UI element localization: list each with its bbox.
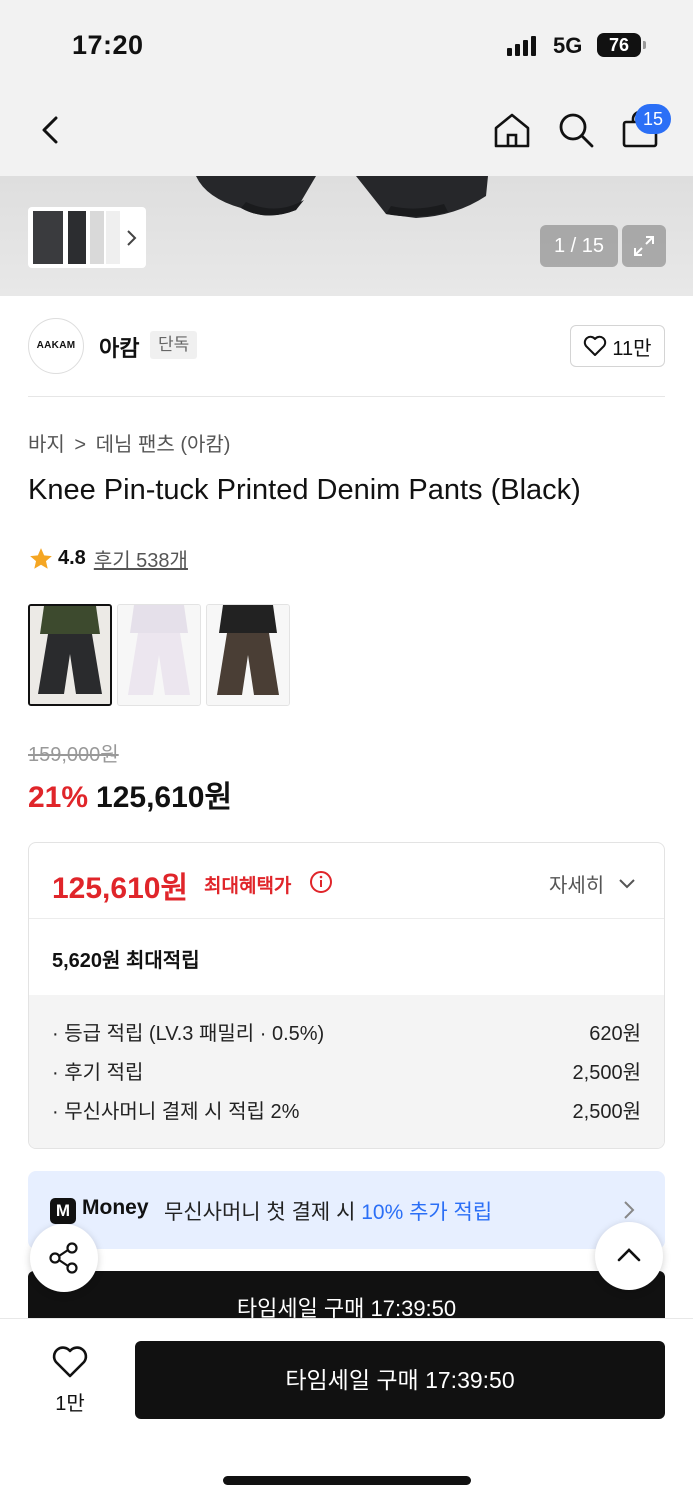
discount-rate: 21% — [28, 781, 89, 814]
home-icon[interactable] — [492, 110, 532, 150]
inline-buy-button[interactable]: 타임세일 구매 17:39:50 — [28, 1271, 665, 1321]
color-option-light-purple[interactable] — [117, 604, 201, 706]
product-photo — [196, 176, 488, 218]
expand-icon — [634, 236, 654, 256]
product-thumbnail — [207, 605, 289, 705]
points-row-value: 2,500원 — [572, 1062, 641, 1084]
expand-button[interactable] — [622, 225, 666, 267]
chevron-down-icon[interactable] — [617, 873, 637, 893]
brand-row: AAKAM 아캄 단독 11만 — [28, 316, 665, 376]
money-accent-text: 10% 추가 적립 — [361, 1201, 493, 1224]
brand-name[interactable]: 아캄 — [99, 331, 139, 363]
chevron-right-icon — [624, 1201, 635, 1219]
battery-icon: 76 — [597, 33, 641, 57]
star-icon — [30, 547, 52, 569]
wishlist-count: 1만 — [55, 1393, 85, 1415]
product-thumbnail — [30, 606, 110, 704]
product-thumbnail — [118, 605, 200, 705]
rating-score: 4.8 — [58, 547, 86, 569]
home-indicator — [223, 1476, 471, 1485]
breadcrumb-item[interactable]: 데님 팬츠 (아캄) — [96, 434, 231, 456]
money-brand: Money — [82, 1196, 149, 1219]
points-row-value: 620원 — [589, 1023, 641, 1045]
rating: 4.8 후기 538개 — [28, 544, 188, 573]
product-title: Knee Pin-tuck Printed Denim Pants (Black… — [28, 474, 581, 506]
share-button[interactable] — [30, 1224, 98, 1292]
status-time: 17:20 — [72, 30, 144, 60]
breadcrumb: 바지 > 데님 팬츠 (아캄) — [28, 428, 234, 457]
points-breakdown: · 등급 적립 (LV.3 패밀리 · 0.5%) 620원 · 후기 적립 2… — [29, 995, 664, 1148]
color-option-brown[interactable] — [206, 604, 290, 706]
status-bar: 17:20 5G 76 — [0, 0, 693, 92]
color-options — [28, 604, 290, 706]
thumbnail-4[interactable] — [106, 211, 120, 264]
bottom-action-bar: 1만 타임세일 구매 17:39:50 — [0, 1318, 693, 1500]
max-benefit-price: 125,610원 — [52, 872, 189, 905]
battery-level: 76 — [608, 35, 630, 55]
points-row: · 후기 적립 2,500원 — [29, 1056, 664, 1095]
musinsa-money-banner[interactable]: M Money 무신사머니 첫 결제 시 10% 추가 적립 — [28, 1171, 665, 1249]
image-pager: 1 / 15 — [540, 225, 618, 267]
network-type: 5G — [553, 33, 583, 58]
color-option-black[interactable] — [28, 604, 112, 706]
brand-like-count: 11만 — [612, 337, 652, 360]
product-image-gallery[interactable]: 1 / 15 — [0, 176, 693, 296]
wishlist-heart-icon[interactable] — [52, 1345, 88, 1379]
points-row-label: · 등급 적립 (LV.3 패밀리 · 0.5%) — [52, 1023, 325, 1045]
thumbnail-3[interactable] — [90, 211, 104, 264]
brand-like-button[interactable]: 11만 — [570, 325, 665, 367]
money-logo-icon: M — [50, 1198, 76, 1224]
battery-tip — [643, 41, 646, 49]
breadcrumb-item[interactable]: 바지 — [28, 434, 65, 456]
brand-logo[interactable]: AAKAM — [28, 318, 84, 374]
thumbnail-1[interactable] — [33, 211, 63, 264]
heart-icon — [584, 335, 607, 356]
search-icon[interactable] — [556, 110, 596, 150]
points-row-value: 2,500원 — [572, 1101, 641, 1123]
exclusive-tag: 단독 — [150, 331, 198, 359]
thumbnail-2[interactable] — [68, 211, 86, 264]
chevron-up-icon — [617, 1248, 641, 1262]
chevron-right-icon — [127, 230, 137, 246]
points-row-label: · 후기 적립 — [52, 1062, 144, 1084]
points-row: · 무신사머니 결제 시 적립 2% 2,500원 — [29, 1095, 664, 1134]
points-total: 5,620원 최대적립 — [52, 950, 200, 972]
max-benefit-label: 최대혜택가 — [204, 876, 292, 897]
points-row-label: · 무신사머니 결제 시 적립 2% — [52, 1101, 300, 1123]
divider — [28, 396, 665, 397]
time-sale-buy-button[interactable]: 타임세일 구매 17:39:50 — [135, 1341, 665, 1419]
review-link[interactable]: 후기 538개 — [94, 544, 188, 573]
benefit-header[interactable]: 125,610원 최대혜택가 자세히 — [29, 843, 664, 919]
scroll-to-top-button[interactable] — [595, 1222, 663, 1290]
sale-price-row: 21% 125,610원 — [28, 772, 232, 816]
detail-toggle[interactable]: 자세히 — [549, 869, 604, 898]
info-icon[interactable] — [309, 870, 333, 894]
cart-count-badge: 15 — [635, 104, 671, 134]
signal-icon — [507, 36, 536, 56]
money-text: 무신사머니 첫 결제 시 — [164, 1201, 362, 1224]
sale-price: 125,610원 — [96, 781, 233, 814]
share-icon — [49, 1242, 78, 1274]
original-price: 159,000원 — [28, 744, 119, 766]
breadcrumb-separator: > — [74, 434, 87, 456]
thumbnail-strip[interactable] — [28, 207, 146, 268]
points-row: · 등급 적립 (LV.3 패밀리 · 0.5%) 620원 — [29, 1017, 664, 1056]
money-description: 무신사머니 첫 결제 시 10% 추가 적립 — [164, 1196, 492, 1226]
benefit-box: 125,610원 최대혜택가 자세히 5,620원 최대적립 · 등급 적립 (… — [28, 842, 665, 1149]
top-nav: 15 — [0, 92, 693, 176]
back-arrow-icon[interactable] — [34, 112, 70, 148]
